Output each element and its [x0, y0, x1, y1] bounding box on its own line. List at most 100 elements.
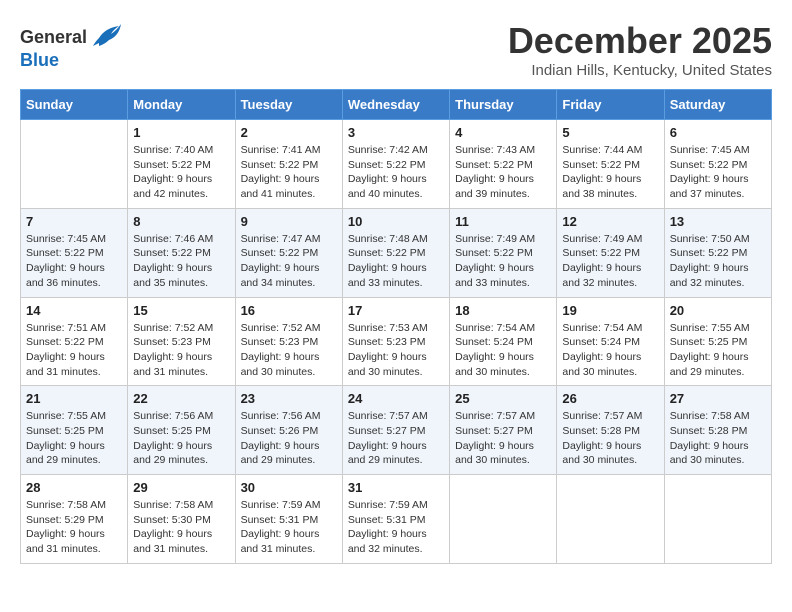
day-info: Sunrise: 7:43 AMSunset: 5:22 PMDaylight:…	[455, 143, 551, 202]
calendar-cell: 12Sunrise: 7:49 AMSunset: 5:22 PMDayligh…	[557, 208, 664, 297]
day-header-tuesday: Tuesday	[235, 90, 342, 120]
day-header-saturday: Saturday	[664, 90, 771, 120]
calendar-cell: 30Sunrise: 7:59 AMSunset: 5:31 PMDayligh…	[235, 475, 342, 564]
day-info: Sunrise: 7:59 AMSunset: 5:31 PMDaylight:…	[348, 498, 444, 557]
calendar-cell	[557, 475, 664, 564]
day-number: 7	[26, 214, 122, 229]
calendar-cell: 29Sunrise: 7:58 AMSunset: 5:30 PMDayligh…	[128, 475, 235, 564]
calendar-cell: 4 Sunrise: 7:43 AMSunset: 5:22 PMDaylight…	[450, 120, 557, 209]
calendar-cell: 22 Sunrise: 7:56 AMSunset: 5:25 PMDayligh…	[128, 386, 235, 475]
day-number: 3	[348, 125, 444, 140]
day-info: Sunrise: 7:50 AMSunset: 5:22 PMDaylight:…	[670, 232, 766, 291]
logo-text-blue: Blue	[20, 50, 59, 71]
calendar-cell: 31 Sunrise: 7:59 AMSunset: 5:31 PMDayligh…	[342, 475, 449, 564]
logo-text-general: General	[20, 27, 87, 48]
day-info: Sunrise: 7:53 AMSunset: 5:23 PMDaylight:…	[348, 321, 444, 380]
day-info: Sunrise: 7:52 AMSunset: 5:23 PMDaylight:…	[133, 321, 229, 380]
calendar-cell: 18 Sunrise: 7:54 AMSunset: 5:24 PMDayligh…	[450, 297, 557, 386]
calendar-cell: 19Sunrise: 7:54 AMSunset: 5:24 PMDayligh…	[557, 297, 664, 386]
day-number: 8	[133, 214, 229, 229]
month-title: December 2025	[508, 20, 772, 62]
day-number: 16	[241, 303, 337, 318]
calendar-cell: 5 Sunrise: 7:44 AMSunset: 5:22 PMDaylight…	[557, 120, 664, 209]
day-number: 9	[241, 214, 337, 229]
day-number: 28	[26, 480, 122, 495]
calendar-cell	[21, 120, 128, 209]
day-number: 30	[241, 480, 337, 495]
day-number: 26	[562, 391, 658, 406]
day-info: Sunrise: 7:57 AMSunset: 5:28 PMDaylight:…	[562, 409, 658, 468]
day-number: 5	[562, 125, 658, 140]
day-info: Sunrise: 7:40 AMSunset: 5:22 PMDaylight:…	[133, 143, 229, 202]
calendar-week-3: 14 Sunrise: 7:51 AMSunset: 5:22 PMDayligh…	[21, 297, 772, 386]
day-number: 29	[133, 480, 229, 495]
day-number: 6	[670, 125, 766, 140]
day-info: Sunrise: 7:54 AMSunset: 5:24 PMDaylight:…	[455, 321, 551, 380]
day-number: 27	[670, 391, 766, 406]
calendar-cell: 17 Sunrise: 7:53 AMSunset: 5:23 PMDayligh…	[342, 297, 449, 386]
day-info: Sunrise: 7:48 AMSunset: 5:22 PMDaylight:…	[348, 232, 444, 291]
day-number: 1	[133, 125, 229, 140]
day-header-wednesday: Wednesday	[342, 90, 449, 120]
day-number: 14	[26, 303, 122, 318]
day-number: 21	[26, 391, 122, 406]
page-header: General Blue December 2025 Indian Hills,…	[20, 20, 772, 79]
day-info: Sunrise: 7:45 AMSunset: 5:22 PMDaylight:…	[670, 143, 766, 202]
logo-bird-icon	[91, 20, 123, 54]
calendar-cell: 6 Sunrise: 7:45 AMSunset: 5:22 PMDaylight…	[664, 120, 771, 209]
day-number: 24	[348, 391, 444, 406]
calendar-week-2: 7 Sunrise: 7:45 AMSunset: 5:22 PMDaylight…	[21, 208, 772, 297]
calendar-cell	[450, 475, 557, 564]
day-info: Sunrise: 7:57 AMSunset: 5:27 PMDaylight:…	[455, 409, 551, 468]
calendar-cell: 25 Sunrise: 7:57 AMSunset: 5:27 PMDayligh…	[450, 386, 557, 475]
location: Indian Hills, Kentucky, United States	[508, 62, 772, 79]
day-info: Sunrise: 7:47 AMSunset: 5:22 PMDaylight:…	[241, 232, 337, 291]
day-number: 31	[348, 480, 444, 495]
day-info: Sunrise: 7:41 AMSunset: 5:22 PMDaylight:…	[241, 143, 337, 202]
day-number: 10	[348, 214, 444, 229]
day-header-thursday: Thursday	[450, 90, 557, 120]
day-number: 22	[133, 391, 229, 406]
calendar-cell: 13 Sunrise: 7:50 AMSunset: 5:22 PMDayligh…	[664, 208, 771, 297]
calendar-header-row: SundayMondayTuesdayWednesdayThursdayFrid…	[21, 90, 772, 120]
logo: General Blue	[20, 20, 123, 71]
calendar-cell: 7 Sunrise: 7:45 AMSunset: 5:22 PMDaylight…	[21, 208, 128, 297]
calendar-week-4: 21 Sunrise: 7:55 AMSunset: 5:25 PMDayligh…	[21, 386, 772, 475]
calendar-cell	[664, 475, 771, 564]
day-info: Sunrise: 7:52 AMSunset: 5:23 PMDaylight:…	[241, 321, 337, 380]
calendar-cell: 16 Sunrise: 7:52 AMSunset: 5:23 PMDayligh…	[235, 297, 342, 386]
calendar-body: 1 Sunrise: 7:40 AMSunset: 5:22 PMDaylight…	[21, 120, 772, 564]
calendar-cell: 9 Sunrise: 7:47 AMSunset: 5:22 PMDaylight…	[235, 208, 342, 297]
day-info: Sunrise: 7:56 AMSunset: 5:26 PMDaylight:…	[241, 409, 337, 468]
day-number: 19	[562, 303, 658, 318]
day-info: Sunrise: 7:49 AMSunset: 5:22 PMDaylight:…	[455, 232, 551, 291]
day-number: 17	[348, 303, 444, 318]
calendar-cell: 24 Sunrise: 7:57 AMSunset: 5:27 PMDayligh…	[342, 386, 449, 475]
day-number: 12	[562, 214, 658, 229]
day-number: 23	[241, 391, 337, 406]
day-number: 4	[455, 125, 551, 140]
day-number: 18	[455, 303, 551, 318]
day-info: Sunrise: 7:45 AMSunset: 5:22 PMDaylight:…	[26, 232, 122, 291]
day-number: 11	[455, 214, 551, 229]
day-info: Sunrise: 7:44 AMSunset: 5:22 PMDaylight:…	[562, 143, 658, 202]
day-info: Sunrise: 7:58 AMSunset: 5:28 PMDaylight:…	[670, 409, 766, 468]
calendar-cell: 3 Sunrise: 7:42 AMSunset: 5:22 PMDaylight…	[342, 120, 449, 209]
day-info: Sunrise: 7:55 AMSunset: 5:25 PMDaylight:…	[26, 409, 122, 468]
day-number: 2	[241, 125, 337, 140]
calendar-table: SundayMondayTuesdayWednesdayThursdayFrid…	[20, 89, 772, 564]
calendar-cell: 8 Sunrise: 7:46 AMSunset: 5:22 PMDaylight…	[128, 208, 235, 297]
calendar-cell: 11 Sunrise: 7:49 AMSunset: 5:22 PMDayligh…	[450, 208, 557, 297]
calendar-cell: 20Sunrise: 7:55 AMSunset: 5:25 PMDayligh…	[664, 297, 771, 386]
day-info: Sunrise: 7:57 AMSunset: 5:27 PMDaylight:…	[348, 409, 444, 468]
day-number: 25	[455, 391, 551, 406]
day-info: Sunrise: 7:56 AMSunset: 5:25 PMDaylight:…	[133, 409, 229, 468]
day-number: 20	[670, 303, 766, 318]
day-info: Sunrise: 7:46 AMSunset: 5:22 PMDaylight:…	[133, 232, 229, 291]
day-info: Sunrise: 7:51 AMSunset: 5:22 PMDaylight:…	[26, 321, 122, 380]
day-number: 13	[670, 214, 766, 229]
calendar-cell: 23 Sunrise: 7:56 AMSunset: 5:26 PMDayligh…	[235, 386, 342, 475]
day-info: Sunrise: 7:42 AMSunset: 5:22 PMDaylight:…	[348, 143, 444, 202]
title-block: December 2025 Indian Hills, Kentucky, Un…	[508, 20, 772, 79]
calendar-week-1: 1 Sunrise: 7:40 AMSunset: 5:22 PMDaylight…	[21, 120, 772, 209]
